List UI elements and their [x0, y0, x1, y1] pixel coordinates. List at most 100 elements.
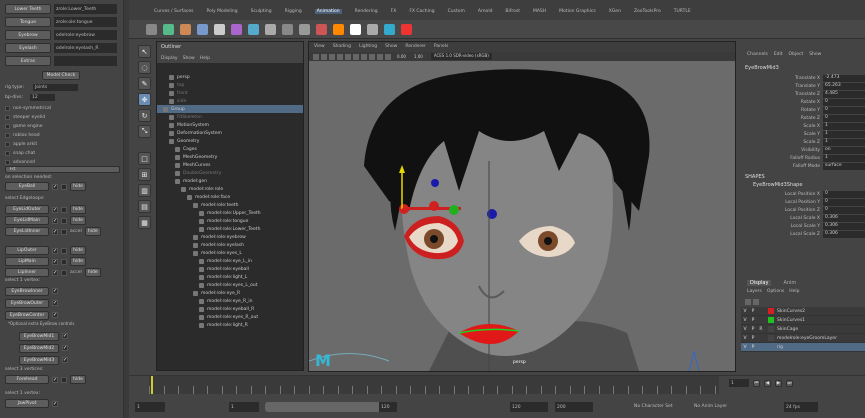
- edgeloop-button[interactable]: LipMain: [5, 257, 49, 266]
- channel-menu-item[interactable]: Object: [789, 52, 804, 57]
- brow-mid-checkbox[interactable]: ✓: [62, 333, 68, 339]
- layer-row[interactable]: V P R SkinCage: [741, 325, 865, 334]
- shelf-tool-icon[interactable]: [282, 24, 293, 35]
- outliner-node[interactable]: model:role:eyes_R_out: [157, 313, 303, 321]
- channel-value[interactable]: 0: [823, 106, 865, 114]
- exposure-value[interactable]: 0.00: [397, 54, 406, 60]
- channel-row[interactable]: Scale Y1: [741, 130, 865, 138]
- playback-toggle[interactable]: P: [749, 318, 757, 323]
- edgeloop-hide-button[interactable]: hide: [70, 246, 86, 255]
- outliner-node[interactable]: model:role:teeth: [157, 201, 303, 209]
- brow-button[interactable]: EyeBrowInner: [5, 286, 49, 296]
- menu-tab[interactable]: Arnold: [478, 9, 493, 14]
- outliner-menu-item[interactable]: Help: [200, 56, 210, 63]
- channel-value[interactable]: on: [823, 146, 865, 154]
- current-frame-field[interactable]: 1: [729, 379, 749, 387]
- channel-row[interactable]: Rotate Y0: [741, 106, 865, 114]
- edgeloop-hide-button[interactable]: hide: [70, 216, 86, 225]
- outliner-node[interactable]: Geometry: [157, 137, 303, 145]
- viewport-panel[interactable]: View Shading Lighting Show Renderer Panels 0.…: [308, 41, 736, 372]
- outliner-node[interactable]: model:role:eye_L_in: [157, 257, 303, 265]
- forehead-checkbox-2[interactable]: [61, 376, 67, 383]
- shelf-tool-icon[interactable]: [333, 24, 344, 35]
- outliner-node[interactable]: model:role:eye_R: [157, 289, 303, 297]
- layer-color-swatch[interactable]: [768, 317, 774, 323]
- channel-row[interactable]: Local Position Z0: [741, 206, 865, 214]
- channel-value[interactable]: 0: [823, 98, 865, 106]
- colorspace-dropdown[interactable]: ACES 1.0 SDR-video (sRGB): [430, 53, 492, 60]
- channel-row[interactable]: Translate Z 4.485: [741, 90, 865, 98]
- layer-menu-item[interactable]: Layers: [747, 289, 762, 294]
- eyeball-checkbox[interactable]: ✓: [52, 183, 58, 190]
- outliner-node[interactable]: model:role:eyes_L: [157, 249, 303, 257]
- edgeloop-hide-button[interactable]: hide: [70, 257, 86, 266]
- playback-toggle[interactable]: P: [749, 336, 757, 341]
- layer-tab[interactable]: Anim: [783, 280, 796, 286]
- brow-mid-button[interactable]: EyeBrowMid1: [19, 331, 59, 341]
- channel-row[interactable]: Translate X -2.473: [741, 74, 865, 82]
- layer-color-swatch[interactable]: [768, 335, 774, 341]
- edgeloop-checkbox[interactable]: ✓: [52, 217, 58, 224]
- visibility-toggle[interactable]: V: [741, 345, 749, 350]
- go-to-end-icon[interactable]: ⏭: [786, 379, 793, 387]
- shelf-tool-icon[interactable]: [401, 24, 412, 35]
- mesh-assign-button[interactable]: Eyebrow: [5, 30, 51, 40]
- anim-layer-dropdown[interactable]: No Anim Layer: [694, 404, 727, 409]
- outliner-node[interactable]: model:role:eyeball: [157, 265, 303, 273]
- model-check-button[interactable]: Model Check: [42, 71, 80, 80]
- forehead-checkbox[interactable]: ✓: [52, 376, 58, 383]
- channel-row[interactable]: Local Position Y0: [741, 198, 865, 206]
- move-tool-icon[interactable]: ✥: [138, 93, 151, 106]
- outliner-node[interactable]: model:gen: [157, 177, 303, 185]
- shelf-tool-icon[interactable]: [197, 24, 208, 35]
- four-view-icon[interactable]: ⊞: [138, 168, 151, 181]
- edgeloop-button[interactable]: LipInner: [5, 268, 49, 277]
- mesh-assign-button[interactable]: Eyelash: [5, 43, 51, 53]
- channel-menu-item[interactable]: Edit: [774, 52, 783, 57]
- outliner-node[interactable]: DoubleGeometry: [157, 169, 303, 177]
- shelf-tool-icon[interactable]: [146, 24, 157, 35]
- panel-scrollbar[interactable]: [124, 0, 129, 418]
- option-checkbox[interactable]: [5, 124, 10, 129]
- outliner-node[interactable]: persp: [157, 73, 303, 81]
- outliner-node[interactable]: model:role:eyelash: [157, 241, 303, 249]
- eyeball-checkbox-2[interactable]: [61, 183, 67, 190]
- visibility-toggle[interactable]: V: [741, 318, 749, 323]
- select-tool-icon[interactable]: ↖: [138, 45, 151, 58]
- jawpivot-button[interactable]: JawPivot: [5, 399, 49, 408]
- mesh-name-field[interactable]: zrole:Lower_Teeth: [54, 4, 117, 14]
- isolate-icon[interactable]: [361, 53, 367, 60]
- shelf-tool-icon[interactable]: [231, 24, 242, 35]
- start-time-field[interactable]: 1: [135, 402, 165, 412]
- channel-row[interactable]: Falloff Mode surface: [741, 162, 865, 170]
- go-to-start-icon[interactable]: ⏮: [753, 379, 760, 387]
- brow-button[interactable]: EyeBrowOuter: [5, 298, 49, 308]
- shelf-tool-icon[interactable]: [384, 24, 395, 35]
- viewport-menu-item[interactable]: Panels: [434, 44, 448, 52]
- current-time-marker[interactable]: [151, 376, 153, 394]
- new-layer-selected-icon[interactable]: [753, 299, 759, 305]
- channel-row[interactable]: Translate Y 65.263: [741, 82, 865, 90]
- outliner-node[interactable]: model:role:Upper_Teeth: [157, 209, 303, 217]
- viewport-menu-item[interactable]: Show: [385, 44, 397, 52]
- shelf-tool-icon[interactable]: [265, 24, 276, 35]
- outliner-node[interactable]: top: [157, 81, 303, 89]
- wireframe-icon[interactable]: [321, 53, 327, 60]
- channel-value[interactable]: 0.306: [823, 222, 865, 230]
- playback-end-field[interactable]: 120: [379, 402, 397, 412]
- brow-mid-checkbox[interactable]: ✓: [62, 357, 68, 363]
- menu-tab[interactable]: FX Caching: [409, 9, 434, 14]
- channel-value[interactable]: surface: [823, 162, 865, 170]
- edgeloop-button[interactable]: EyeLidMain: [5, 216, 49, 225]
- outliner-search-field[interactable]: [159, 64, 299, 71]
- menu-tab[interactable]: Animation: [314, 9, 342, 14]
- outliner-node[interactable]: FitSkeleton: [157, 113, 303, 121]
- reference-toggle[interactable]: R: [757, 327, 765, 332]
- outliner-node[interactable]: MeshCurves: [157, 161, 303, 169]
- shelf-tool-icon[interactable]: [350, 24, 361, 35]
- brow-checkbox[interactable]: ✓: [52, 288, 58, 294]
- fit-section-header[interactable]: Fit: [5, 166, 120, 173]
- eyeball-button[interactable]: EyeBall: [5, 182, 49, 191]
- channel-menu-item[interactable]: Channels: [747, 52, 768, 57]
- playback-toggle[interactable]: P: [749, 345, 757, 350]
